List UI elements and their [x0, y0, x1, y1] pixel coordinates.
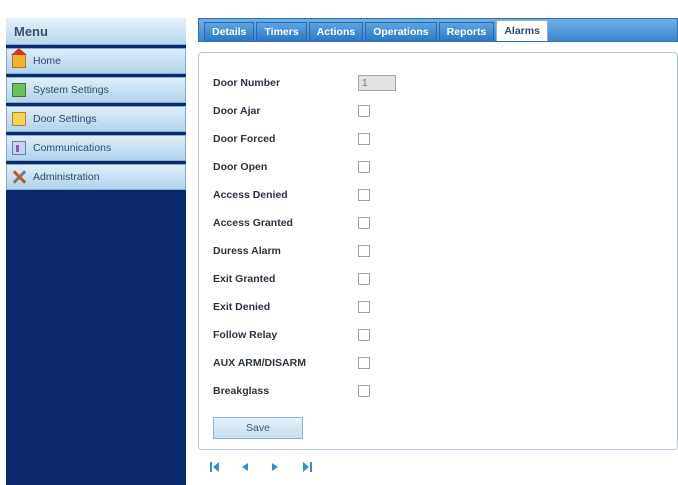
access-granted-checkbox[interactable]: [358, 217, 370, 229]
door-open-checkbox[interactable]: [358, 161, 370, 173]
alarm-row-access-denied: Access Denied: [213, 185, 370, 205]
alarm-row-follow-relay: Follow Relay: [213, 325, 370, 345]
access-denied-checkbox[interactable]: [358, 189, 370, 201]
tab-operations[interactable]: Operations: [365, 22, 437, 41]
previous-page-icon[interactable]: [238, 460, 252, 474]
sidebar-item-label: Door Settings: [33, 113, 97, 125]
alarm-label: Door Ajar: [213, 105, 261, 117]
sidebar-item-system-settings[interactable]: System Settings: [6, 77, 186, 103]
sidebar-item-label: Communications: [33, 142, 112, 154]
sidebar-item-door-settings[interactable]: Door Settings: [6, 106, 186, 132]
menu-title: Menu: [14, 24, 48, 39]
tab-actions[interactable]: Actions: [308, 22, 364, 41]
alarm-row-aux-arm-disarm: AUX ARM/DISARM: [213, 353, 370, 373]
door-number-label: Door Number: [213, 77, 281, 89]
alarm-row-access-granted: Access Granted: [213, 213, 370, 233]
tab-alarms[interactable]: Alarms: [496, 20, 548, 41]
breakglass-checkbox[interactable]: [358, 385, 370, 397]
alarm-label: Duress Alarm: [213, 245, 281, 257]
tab-details[interactable]: Details: [204, 22, 255, 41]
alarm-label: Follow Relay: [213, 329, 278, 341]
system-settings-icon: [12, 83, 26, 97]
alarm-label: Breakglass: [213, 385, 270, 397]
exit-granted-checkbox[interactable]: [358, 273, 370, 285]
communications-icon: [12, 141, 26, 155]
duress-alarm-checkbox[interactable]: [358, 245, 370, 257]
save-button[interactable]: Save: [213, 417, 303, 439]
tab-timers[interactable]: Timers: [256, 22, 307, 41]
tools-icon: [12, 170, 26, 184]
home-icon: [11, 48, 27, 68]
first-page-icon[interactable]: [208, 460, 222, 474]
aux-arm-disarm-checkbox[interactable]: [358, 357, 370, 369]
menu-header: Menu: [6, 18, 186, 45]
door-icon: [12, 112, 26, 126]
door-ajar-checkbox[interactable]: [358, 105, 370, 117]
tab-bar: Details Timers Actions Operations Report…: [198, 18, 678, 42]
last-page-icon[interactable]: [300, 460, 314, 474]
alarm-row-door-forced: Door Forced: [213, 129, 370, 149]
door-number-row: Door Number: [213, 73, 396, 93]
alarms-panel: Door Number Door Ajar Door Forced Door O…: [198, 52, 678, 450]
alarm-row-duress-alarm: Duress Alarm: [213, 241, 370, 261]
alarm-row-exit-denied: Exit Denied: [213, 297, 370, 317]
alarm-label: Access Denied: [213, 189, 288, 201]
alarm-row-door-open: Door Open: [213, 157, 370, 177]
alarm-row-door-ajar: Door Ajar: [213, 101, 370, 121]
alarm-label: Exit Denied: [213, 301, 271, 313]
exit-denied-checkbox[interactable]: [358, 301, 370, 313]
alarm-label: Door Forced: [213, 133, 276, 145]
sidebar-item-label: System Settings: [33, 84, 109, 96]
door-forced-checkbox[interactable]: [358, 133, 370, 145]
sidebar: Menu Home System Settings Door Settings …: [6, 18, 186, 485]
follow-relay-checkbox[interactable]: [358, 329, 370, 341]
alarm-row-breakglass: Breakglass: [213, 381, 370, 401]
sidebar-item-communications[interactable]: Communications: [6, 135, 186, 161]
tab-reports[interactable]: Reports: [438, 22, 495, 41]
sidebar-item-label: Home: [33, 55, 62, 67]
next-page-icon[interactable]: [268, 460, 282, 474]
sidebar-item-administration[interactable]: Administration: [6, 164, 186, 190]
alarm-row-exit-granted: Exit Granted: [213, 269, 370, 289]
sidebar-item-home[interactable]: Home: [6, 48, 186, 74]
door-number-field[interactable]: [358, 75, 396, 91]
alarm-label: AUX ARM/DISARM: [213, 357, 306, 369]
alarm-label: Exit Granted: [213, 273, 276, 285]
alarm-label: Access Granted: [213, 217, 293, 229]
sidebar-item-label: Administration: [33, 171, 100, 183]
alarm-label: Door Open: [213, 161, 268, 173]
